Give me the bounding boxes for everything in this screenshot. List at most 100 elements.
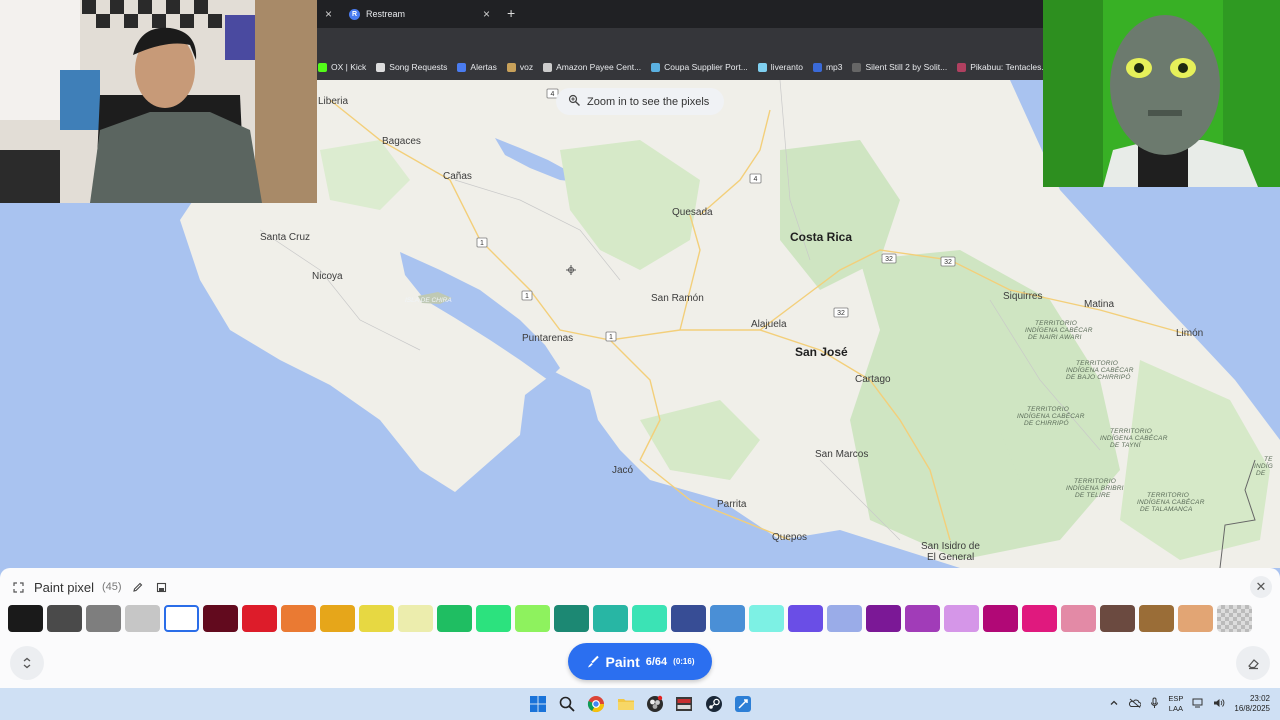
color-palette bbox=[8, 605, 1252, 632]
chevron-up-icon[interactable] bbox=[1109, 698, 1119, 711]
bookmark-item[interactable]: voz bbox=[506, 62, 534, 72]
pencil-icon[interactable] bbox=[130, 579, 146, 595]
color-swatch[interactable] bbox=[359, 605, 394, 632]
chrome-icon[interactable] bbox=[587, 695, 605, 713]
chevron-icon bbox=[812, 62, 822, 72]
network-icon[interactable] bbox=[1192, 698, 1204, 711]
color-swatch[interactable] bbox=[866, 605, 901, 632]
place-label: Siquirres bbox=[1003, 291, 1042, 302]
bookmark-label: Silent Still 2 by Solit... bbox=[865, 62, 948, 72]
bookmark-item[interactable]: Coupa Supplier Port... bbox=[651, 62, 748, 72]
search-icon[interactable] bbox=[558, 695, 576, 713]
windows-start-icon[interactable] bbox=[529, 695, 547, 713]
zoom-hint: Zoom in to see the pixels bbox=[556, 88, 724, 115]
color-swatch[interactable] bbox=[671, 605, 706, 632]
color-swatch[interactable] bbox=[1139, 605, 1174, 632]
color-swatch-transparent[interactable] bbox=[1217, 605, 1252, 632]
new-tab-button[interactable]: + bbox=[507, 5, 515, 21]
place-label: El General bbox=[927, 552, 974, 563]
place-label: Santa Cruz bbox=[260, 232, 310, 243]
coupa-icon bbox=[651, 62, 661, 72]
bookmark-item[interactable]: OX | Kick bbox=[318, 62, 366, 72]
bookmark-label: mp3 bbox=[825, 62, 843, 72]
webcam-overlay-right bbox=[1043, 0, 1280, 187]
bookmark-item[interactable]: Pikabuu: Tentacles... bbox=[957, 62, 1049, 72]
obs-icon[interactable] bbox=[646, 695, 664, 713]
color-swatch[interactable] bbox=[1178, 605, 1213, 632]
microphone-icon[interactable] bbox=[1150, 697, 1159, 712]
place-label: Nicoya bbox=[312, 271, 343, 282]
color-swatch[interactable] bbox=[281, 605, 316, 632]
svg-text:4: 4 bbox=[551, 91, 555, 98]
color-swatch[interactable] bbox=[86, 605, 121, 632]
color-swatch[interactable] bbox=[983, 605, 1018, 632]
folder-icon bbox=[506, 62, 516, 72]
tab-title: Restream bbox=[366, 9, 406, 19]
color-swatch[interactable] bbox=[125, 605, 160, 632]
steam-icon[interactable] bbox=[705, 695, 723, 713]
bookmark-item[interactable]: Amazon Payee Cent... bbox=[543, 62, 641, 72]
island-label: ISLA DE CHIRA bbox=[405, 297, 452, 304]
browser-window: × R Restream × + OX | Kick Song Requests A… bbox=[317, 0, 1049, 80]
color-swatch[interactable] bbox=[8, 605, 43, 632]
close-tab-icon[interactable]: × bbox=[325, 7, 332, 21]
color-swatch[interactable] bbox=[320, 605, 355, 632]
bookmark-item[interactable]: mp3 bbox=[812, 62, 843, 72]
bookmark-label: voz bbox=[519, 62, 534, 72]
bookmark-item[interactable]: Song Requests bbox=[376, 62, 447, 72]
svg-text:INDÍGENA BRIBRI: INDÍGENA BRIBRI bbox=[1066, 483, 1124, 492]
svg-text:DE TELIRE: DE TELIRE bbox=[1075, 492, 1111, 499]
color-swatch[interactable] bbox=[827, 605, 862, 632]
color-swatch[interactable] bbox=[632, 605, 667, 632]
color-swatch[interactable] bbox=[905, 605, 940, 632]
paint-timer: (0:16) bbox=[673, 657, 695, 666]
paint-pixel-count: (45) bbox=[101, 581, 122, 593]
svg-text:1: 1 bbox=[609, 334, 613, 341]
color-swatch[interactable] bbox=[47, 605, 82, 632]
place-label: Quepos bbox=[772, 532, 807, 543]
color-swatch[interactable] bbox=[1100, 605, 1135, 632]
bookmark-label: Coupa Supplier Port... bbox=[664, 62, 748, 72]
color-swatch[interactable] bbox=[788, 605, 823, 632]
onedrive-icon[interactable] bbox=[1128, 698, 1142, 711]
place-label: Jacó bbox=[612, 465, 634, 476]
bookmark-item[interactable]: Silent Still 2 by Solit... bbox=[852, 62, 947, 72]
close-tab-icon[interactable]: × bbox=[483, 7, 490, 21]
color-swatch[interactable] bbox=[593, 605, 628, 632]
svg-text:TERRITORIO: TERRITORIO bbox=[1147, 492, 1189, 499]
color-swatch[interactable] bbox=[164, 605, 199, 632]
volume-icon[interactable] bbox=[1213, 698, 1225, 711]
paint-button[interactable]: Paint 6/64 (0:16) bbox=[568, 643, 712, 680]
color-swatch[interactable] bbox=[1022, 605, 1057, 632]
color-swatch[interactable] bbox=[944, 605, 979, 632]
color-swatch[interactable] bbox=[437, 605, 472, 632]
language-indicator[interactable]: ESP LAA bbox=[1168, 694, 1183, 714]
bird-icon bbox=[757, 62, 767, 72]
svg-text:INDÍGENA CABÉCAR: INDÍGENA CABÉCAR bbox=[1137, 497, 1205, 506]
webcam-overlay-left bbox=[0, 0, 317, 203]
color-swatch[interactable] bbox=[554, 605, 589, 632]
close-panel-button[interactable]: ✕ bbox=[1250, 576, 1272, 598]
color-swatch[interactable] bbox=[710, 605, 745, 632]
bookmark-item[interactable]: Alertas bbox=[457, 62, 497, 72]
clock[interactable]: 23:02 16/8/2025 bbox=[1234, 694, 1270, 714]
color-swatch[interactable] bbox=[515, 605, 550, 632]
save-icon[interactable] bbox=[154, 579, 170, 595]
color-swatch[interactable] bbox=[476, 605, 511, 632]
expand-toggle-button[interactable] bbox=[10, 646, 44, 680]
bookmark-item[interactable]: liveranto bbox=[757, 62, 803, 72]
color-swatch[interactable] bbox=[749, 605, 784, 632]
place-label: Limón bbox=[1176, 328, 1203, 339]
file-explorer-icon[interactable] bbox=[617, 695, 635, 713]
fullscreen-icon[interactable] bbox=[10, 579, 26, 595]
color-swatch[interactable] bbox=[242, 605, 277, 632]
voicemeeter-icon[interactable] bbox=[675, 695, 693, 713]
place-label: Liberia bbox=[318, 96, 348, 107]
snipping-tool-icon[interactable] bbox=[734, 695, 752, 713]
color-swatch[interactable] bbox=[1061, 605, 1096, 632]
color-swatch[interactable] bbox=[398, 605, 433, 632]
svg-text:TERRITORIO: TERRITORIO bbox=[1076, 360, 1118, 367]
color-swatch[interactable] bbox=[203, 605, 238, 632]
system-tray: ESP LAA 23:02 16/8/2025 bbox=[1109, 688, 1270, 720]
eraser-button[interactable] bbox=[1236, 646, 1270, 680]
